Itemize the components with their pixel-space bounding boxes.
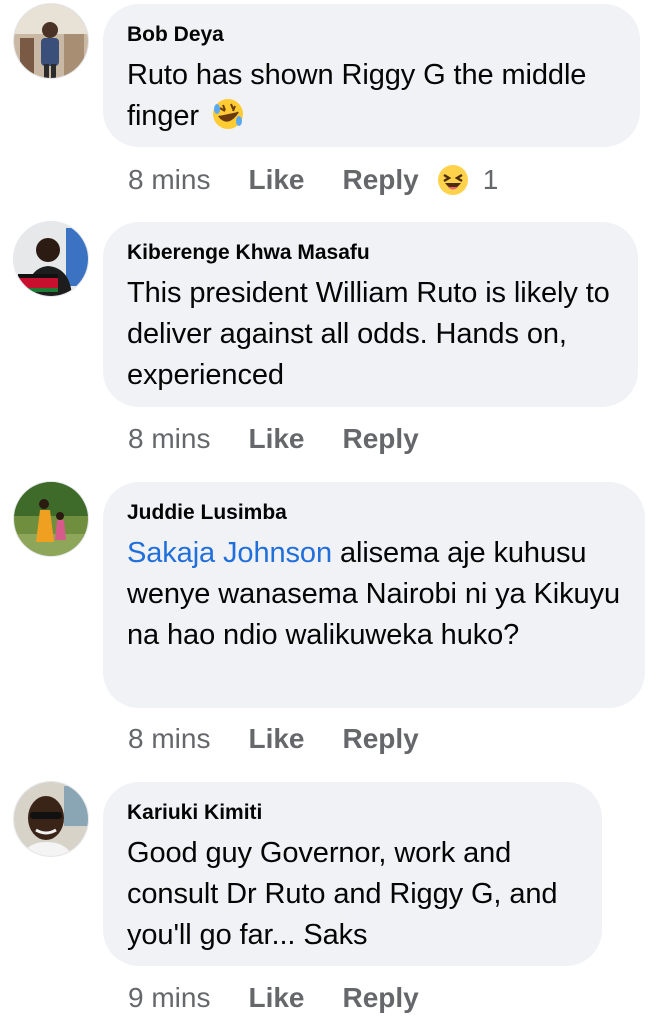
haha-reaction-icon[interactable] [437, 164, 469, 196]
comment-author[interactable]: Juddie Lusimba [127, 500, 621, 526]
avatar[interactable] [14, 782, 88, 856]
avatar-photo-icon [14, 222, 88, 296]
reply-button[interactable]: Reply [343, 422, 419, 456]
comment-text: Sakaja Johnson alisema aje kuhusu wenye … [127, 533, 621, 656]
like-button[interactable]: Like [248, 422, 304, 456]
avatar-photo-icon [14, 4, 88, 78]
reply-button[interactable]: Reply [343, 981, 419, 1015]
comment-time[interactable]: 8 mins [128, 722, 210, 756]
avatar[interactable] [14, 482, 88, 556]
comment-bubble: Bob Deya Ruto has shown Riggy G the midd… [103, 4, 640, 147]
comment-author[interactable]: Bob Deya [127, 22, 616, 48]
mention-link[interactable]: Sakaja Johnson [127, 537, 332, 569]
comment-body: Ruto has shown Riggy G the middle finger [127, 59, 587, 132]
comment-body: Good guy Governor, work and consult Dr R… [127, 837, 558, 951]
avatar-photo-icon [14, 782, 88, 856]
comment-meta: 8 mins Like Reply 1 [128, 163, 498, 197]
comment-author[interactable]: Kariuki Kimiti [127, 800, 578, 826]
avatar-photo-icon [14, 482, 88, 556]
reply-button[interactable]: Reply [343, 163, 419, 197]
comment-body: This president William Ruto is likely to… [127, 277, 610, 391]
comment-time[interactable]: 8 mins [128, 163, 210, 197]
comment-meta: 8 mins Like Reply [128, 422, 419, 456]
avatar[interactable] [14, 4, 88, 78]
comment-time[interactable]: 9 mins [128, 981, 210, 1015]
comment-time[interactable]: 8 mins [128, 422, 210, 456]
comment-text: Ruto has shown Riggy G the middle finger [127, 55, 616, 137]
comment-bubble: Kariuki Kimiti Good guy Governor, work a… [103, 782, 602, 966]
avatar[interactable] [14, 222, 88, 296]
comment-meta: 8 mins Like Reply [128, 722, 419, 756]
like-button[interactable]: Like [248, 981, 304, 1015]
comment-bubble: Kiberenge Khwa Masafu This president Wil… [103, 222, 638, 407]
reply-button[interactable]: Reply [343, 722, 419, 756]
comment-bubble: Juddie Lusimba Sakaja Johnson alisema aj… [103, 482, 645, 708]
like-button[interactable]: Like [248, 163, 304, 197]
rolling-on-floor-laughing-icon [211, 97, 245, 131]
comment-meta: 9 mins Like Reply [128, 981, 419, 1015]
comment-author[interactable]: Kiberenge Khwa Masafu [127, 240, 614, 266]
reaction-count[interactable]: 1 [483, 163, 499, 197]
like-button[interactable]: Like [248, 722, 304, 756]
